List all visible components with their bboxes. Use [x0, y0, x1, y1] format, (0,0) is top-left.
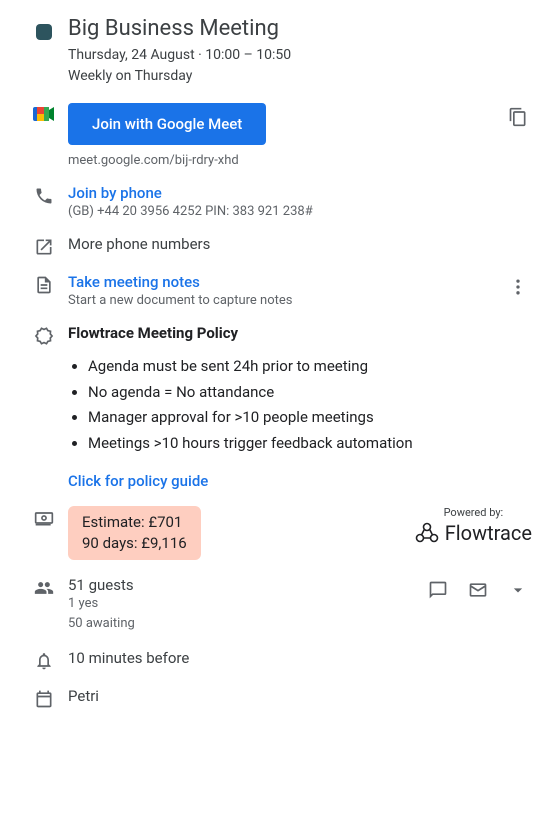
flowtrace-brand-text: Flowtrace: [445, 521, 532, 545]
policy-item: Agenda must be sent 24h prior to meeting: [88, 354, 532, 380]
document-icon: [34, 275, 54, 295]
notes-subtitle: Start a new document to capture notes: [68, 293, 504, 308]
more-options-icon[interactable]: [504, 273, 532, 301]
policy-item: No agenda = No attandance: [88, 380, 532, 406]
estimate-line1: Estimate: £701: [82, 512, 187, 533]
join-meet-button[interactable]: Join with Google Meet: [68, 103, 266, 145]
people-icon: [34, 578, 54, 598]
policy-guide-link[interactable]: Click for policy guide: [68, 472, 532, 490]
policy-item: Manager approval for >10 people meetings: [88, 405, 532, 431]
event-datetime: Thursday, 24 August · 10:00 – 10:50: [68, 45, 532, 66]
money-icon: [34, 508, 54, 528]
guest-awaiting: 50 awaiting: [68, 614, 424, 634]
phone-details: (GB) +44 20 3956 4252 PIN: 383 921 238#: [68, 204, 532, 219]
estimate-line2: 90 days: £9,116: [82, 533, 187, 554]
copy-icon[interactable]: [504, 103, 532, 131]
flowtrace-logo-icon: [415, 522, 439, 544]
calendar-icon: [34, 689, 54, 709]
chat-icon[interactable]: [424, 576, 452, 604]
meet-link-text: meet.google.com/bij-rdry-xhd: [68, 153, 504, 168]
guest-yes: 1 yes: [68, 594, 424, 614]
cost-estimate-box: Estimate: £701 90 days: £9,116: [68, 506, 201, 560]
powered-by-block: Powered by: Flowtrace: [415, 506, 532, 545]
join-by-phone-link[interactable]: Join by phone: [68, 184, 532, 202]
reminder-text: 10 minutes before: [68, 649, 532, 667]
calendar-owner: Petri: [68, 687, 532, 705]
guest-count: 51 guests: [68, 576, 424, 594]
event-color-chip: [36, 24, 52, 40]
email-icon[interactable]: [464, 576, 492, 604]
verified-badge-icon: [34, 326, 54, 346]
google-meet-icon: [33, 105, 55, 121]
more-phone-numbers-link[interactable]: More phone numbers: [68, 235, 532, 253]
event-title: Big Business Meeting: [68, 16, 532, 41]
external-link-icon: [34, 237, 54, 257]
take-notes-link[interactable]: Take meeting notes: [68, 273, 504, 291]
bell-icon: [34, 651, 54, 671]
powered-by-label: Powered by:: [415, 506, 532, 519]
chevron-down-icon[interactable]: [504, 576, 532, 604]
policy-title: Flowtrace Meeting Policy: [68, 324, 532, 342]
policy-list: Agenda must be sent 24h prior to meeting…: [68, 354, 532, 456]
event-recurrence: Weekly on Thursday: [68, 66, 532, 87]
phone-icon: [34, 186, 54, 206]
policy-item: Meetings >10 hours trigger feedback auto…: [88, 431, 532, 457]
